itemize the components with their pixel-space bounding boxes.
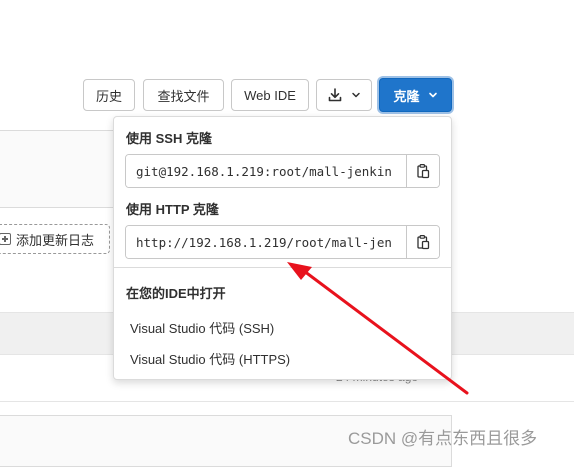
annotation-arrow bbox=[287, 262, 469, 395]
csdn-watermark: CSDN @有点东西且很多 bbox=[348, 429, 538, 448]
